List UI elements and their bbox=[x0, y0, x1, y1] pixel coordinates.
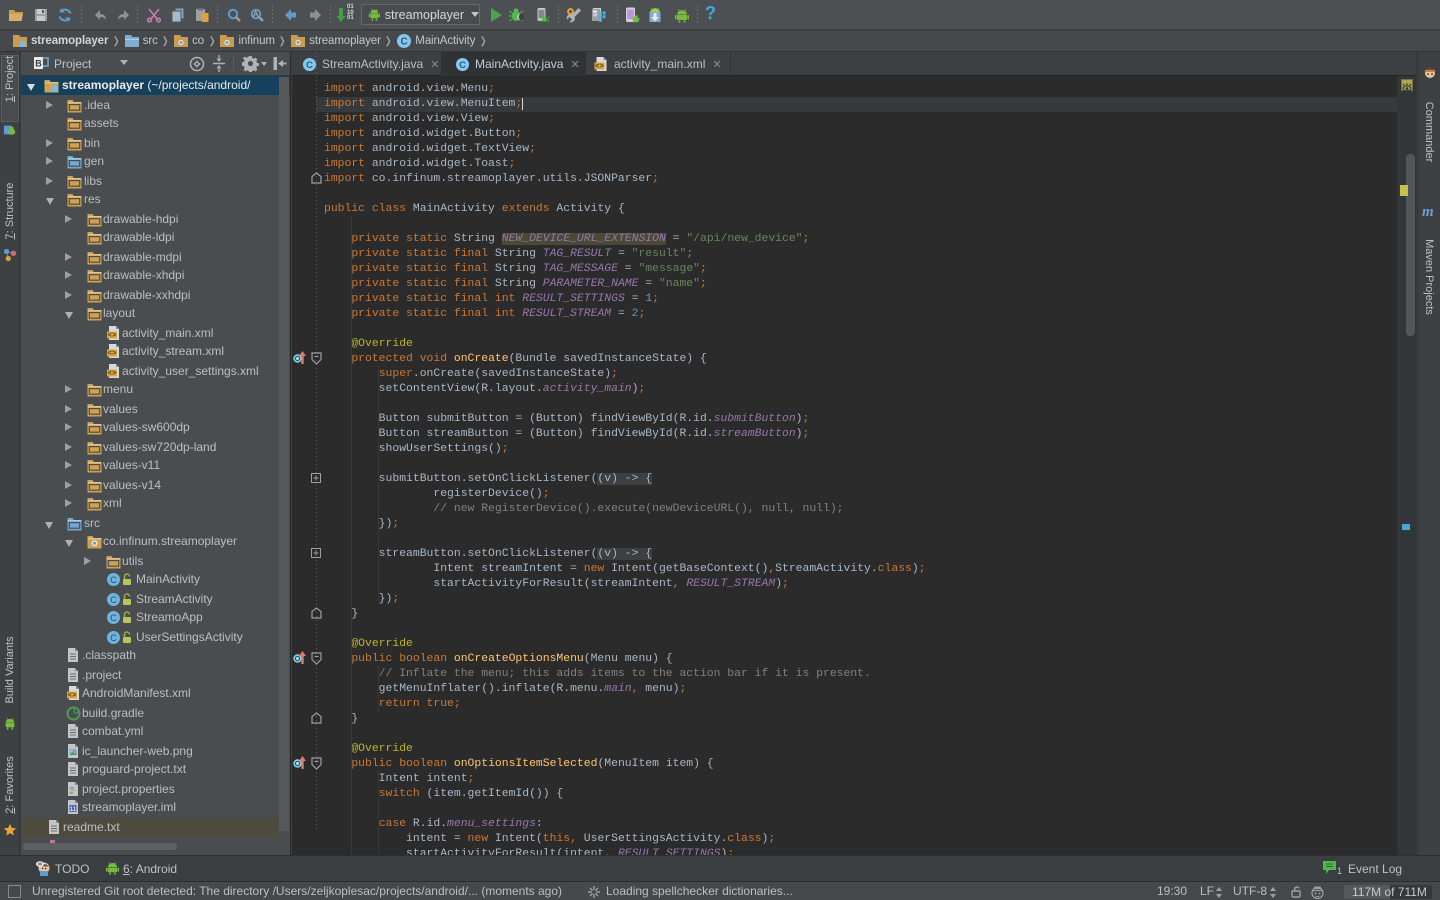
svg-text:C: C bbox=[306, 59, 313, 69]
svg-text:C: C bbox=[459, 59, 466, 69]
svg-text:C: C bbox=[401, 37, 408, 48]
svg-text:C: C bbox=[110, 595, 117, 605]
svg-text:11: 11 bbox=[70, 806, 77, 813]
svg-text:<>: <> bbox=[67, 692, 77, 700]
svg-text:<>: <> bbox=[107, 370, 117, 378]
svg-text:B: B bbox=[35, 59, 42, 69]
svg-text:<>: <> bbox=[595, 63, 605, 71]
svg-text:C: C bbox=[110, 575, 117, 585]
svg-text:<>: <> bbox=[107, 332, 117, 340]
svg-text:<>: <> bbox=[107, 350, 117, 358]
svg-text:C: C bbox=[110, 633, 117, 643]
svg-text:A: A bbox=[253, 10, 259, 19]
svg-text:C: C bbox=[110, 613, 117, 623]
